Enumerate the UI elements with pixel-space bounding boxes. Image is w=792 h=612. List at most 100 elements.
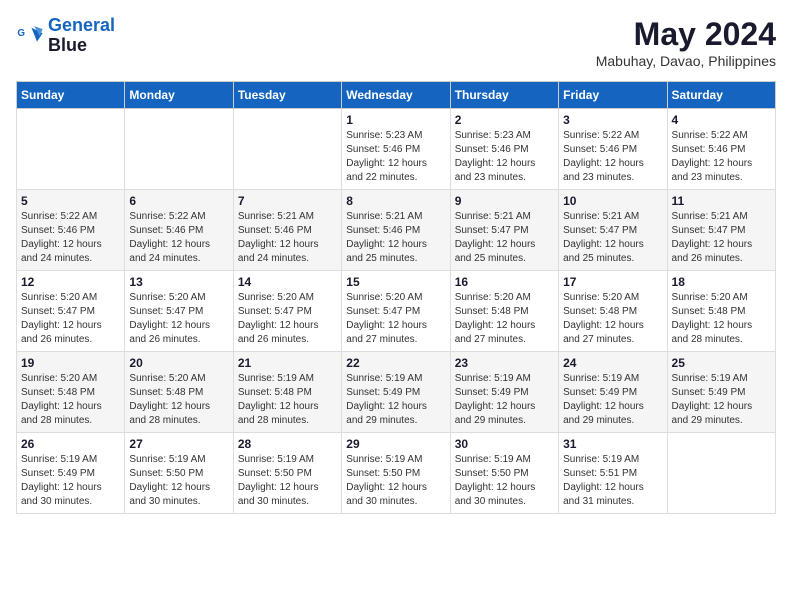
calendar-cell: 31 Sunrise: 5:19 AM Sunset: 5:51 PM Dayli… — [559, 433, 667, 514]
day-number: 21 — [238, 356, 337, 370]
day-number: 2 — [455, 113, 554, 127]
day-info: Sunrise: 5:19 AM Sunset: 5:48 PM Dayligh… — [238, 372, 337, 428]
calendar-cell: 19 Sunrise: 5:20 AM Sunset: 5:48 PM Dayli… — [17, 352, 125, 433]
main-title: May 2024 — [596, 16, 776, 53]
day-number: 10 — [563, 194, 662, 208]
calendar-cell: 27 Sunrise: 5:19 AM Sunset: 5:50 PM Dayli… — [125, 433, 233, 514]
day-info: Sunrise: 5:19 AM Sunset: 5:49 PM Dayligh… — [21, 453, 120, 509]
day-number: 16 — [455, 275, 554, 289]
day-info: Sunrise: 5:19 AM Sunset: 5:50 PM Dayligh… — [129, 453, 228, 509]
logo: G General Blue — [16, 16, 115, 56]
calendar-cell: 11Sunrise: 5:21 AM Sunset: 5:47 PM Dayli… — [667, 190, 775, 271]
calendar-table: SundayMondayTuesdayWednesdayThursdayFrid… — [16, 81, 776, 514]
calendar-cell: 12 Sunrise: 5:20 AM Sunset: 5:47 PM Dayli… — [17, 271, 125, 352]
calendar-cell: 5Sunrise: 5:22 AM Sunset: 5:46 PM Daylig… — [17, 190, 125, 271]
day-number: 11 — [672, 194, 771, 208]
calendar-cell: 13 Sunrise: 5:20 AM Sunset: 5:47 PM Dayli… — [125, 271, 233, 352]
logo-line2: Blue — [48, 36, 115, 56]
day-info: Sunrise: 5:23 AM Sunset: 5:46 PM Dayligh… — [455, 129, 554, 185]
calendar-header-row: SundayMondayTuesdayWednesdayThursdayFrid… — [17, 82, 776, 109]
day-info: Sunrise: 5:21 AM Sunset: 5:47 PM Dayligh… — [563, 210, 662, 266]
day-info: Sunrise: 5:20 AM Sunset: 5:47 PM Dayligh… — [21, 291, 120, 347]
logo-icon: G — [16, 22, 44, 50]
svg-text:G: G — [17, 28, 25, 39]
day-number: 30 — [455, 437, 554, 451]
logo-line1: General — [48, 15, 115, 35]
subtitle: Mabuhay, Davao, Philippines — [596, 53, 776, 69]
day-number: 23 — [455, 356, 554, 370]
calendar-cell: 17 Sunrise: 5:20 AM Sunset: 5:48 PM Dayli… — [559, 271, 667, 352]
day-number: 14 — [238, 275, 337, 289]
day-header-saturday: Saturday — [667, 82, 775, 109]
calendar-cell: 22 Sunrise: 5:19 AM Sunset: 5:49 PM Dayli… — [342, 352, 450, 433]
calendar-cell: 29 Sunrise: 5:19 AM Sunset: 5:50 PM Dayli… — [342, 433, 450, 514]
day-info: Sunrise: 5:20 AM Sunset: 5:48 PM Dayligh… — [455, 291, 554, 347]
day-number: 19 — [21, 356, 120, 370]
page-header: G General Blue May 2024 Mabuhay, Davao, … — [16, 16, 776, 69]
calendar-cell: 23Sunrise: 5:19 AM Sunset: 5:49 PM Dayli… — [450, 352, 558, 433]
day-header-thursday: Thursday — [450, 82, 558, 109]
day-number: 29 — [346, 437, 445, 451]
day-number: 31 — [563, 437, 662, 451]
calendar-cell: 30 Sunrise: 5:19 AM Sunset: 5:50 PM Dayli… — [450, 433, 558, 514]
calendar-cell: 10 Sunrise: 5:21 AM Sunset: 5:47 PM Dayli… — [559, 190, 667, 271]
day-number: 8 — [346, 194, 445, 208]
day-number: 3 — [563, 113, 662, 127]
calendar-cell: 21 Sunrise: 5:19 AM Sunset: 5:48 PM Dayli… — [233, 352, 341, 433]
calendar-cell: 7Sunrise: 5:21 AM Sunset: 5:46 PM Daylig… — [233, 190, 341, 271]
calendar-cell: 3 Sunrise: 5:22 AM Sunset: 5:46 PM Daylig… — [559, 109, 667, 190]
calendar-cell: 20Sunrise: 5:20 AM Sunset: 5:48 PM Dayli… — [125, 352, 233, 433]
calendar-cell — [667, 433, 775, 514]
day-number: 5 — [21, 194, 120, 208]
day-info: Sunrise: 5:19 AM Sunset: 5:49 PM Dayligh… — [672, 372, 771, 428]
day-number: 22 — [346, 356, 445, 370]
calendar-cell — [125, 109, 233, 190]
calendar-cell — [17, 109, 125, 190]
day-info: Sunrise: 5:19 AM Sunset: 5:50 PM Dayligh… — [455, 453, 554, 509]
day-number: 13 — [129, 275, 228, 289]
day-header-tuesday: Tuesday — [233, 82, 341, 109]
day-info: Sunrise: 5:20 AM Sunset: 5:47 PM Dayligh… — [129, 291, 228, 347]
calendar-cell: 1Sunrise: 5:23 AM Sunset: 5:46 PM Daylig… — [342, 109, 450, 190]
calendar-cell — [233, 109, 341, 190]
day-info: Sunrise: 5:21 AM Sunset: 5:47 PM Dayligh… — [455, 210, 554, 266]
calendar-week-3: 19 Sunrise: 5:20 AM Sunset: 5:48 PM Dayli… — [17, 352, 776, 433]
day-info: Sunrise: 5:20 AM Sunset: 5:48 PM Dayligh… — [672, 291, 771, 347]
logo-text: General Blue — [48, 16, 115, 56]
day-info: Sunrise: 5:20 AM Sunset: 5:47 PM Dayligh… — [238, 291, 337, 347]
calendar-cell: 4Sunrise: 5:22 AM Sunset: 5:46 PM Daylig… — [667, 109, 775, 190]
calendar-cell: 8Sunrise: 5:21 AM Sunset: 5:46 PM Daylig… — [342, 190, 450, 271]
calendar-cell: 6Sunrise: 5:22 AM Sunset: 5:46 PM Daylig… — [125, 190, 233, 271]
day-info: Sunrise: 5:20 AM Sunset: 5:48 PM Dayligh… — [21, 372, 120, 428]
calendar-cell: 24Sunrise: 5:19 AM Sunset: 5:49 PM Dayli… — [559, 352, 667, 433]
day-number: 20 — [129, 356, 228, 370]
day-number: 6 — [129, 194, 228, 208]
day-info: Sunrise: 5:19 AM Sunset: 5:51 PM Dayligh… — [563, 453, 662, 509]
day-header-friday: Friday — [559, 82, 667, 109]
day-header-sunday: Sunday — [17, 82, 125, 109]
calendar-week-4: 26Sunrise: 5:19 AM Sunset: 5:49 PM Dayli… — [17, 433, 776, 514]
calendar-cell: 26Sunrise: 5:19 AM Sunset: 5:49 PM Dayli… — [17, 433, 125, 514]
day-info: Sunrise: 5:19 AM Sunset: 5:50 PM Dayligh… — [238, 453, 337, 509]
calendar-week-2: 12 Sunrise: 5:20 AM Sunset: 5:47 PM Dayli… — [17, 271, 776, 352]
day-number: 1 — [346, 113, 445, 127]
calendar-cell: 2 Sunrise: 5:23 AM Sunset: 5:46 PM Daylig… — [450, 109, 558, 190]
day-number: 17 — [563, 275, 662, 289]
calendar-cell: 28Sunrise: 5:19 AM Sunset: 5:50 PM Dayli… — [233, 433, 341, 514]
day-info: Sunrise: 5:22 AM Sunset: 5:46 PM Dayligh… — [563, 129, 662, 185]
calendar-cell: 9 Sunrise: 5:21 AM Sunset: 5:47 PM Daylig… — [450, 190, 558, 271]
day-info: Sunrise: 5:22 AM Sunset: 5:46 PM Dayligh… — [672, 129, 771, 185]
day-info: Sunrise: 5:20 AM Sunset: 5:48 PM Dayligh… — [563, 291, 662, 347]
day-number: 9 — [455, 194, 554, 208]
day-info: Sunrise: 5:19 AM Sunset: 5:49 PM Dayligh… — [346, 372, 445, 428]
title-area: May 2024 Mabuhay, Davao, Philippines — [596, 16, 776, 69]
day-number: 25 — [672, 356, 771, 370]
day-info: Sunrise: 5:19 AM Sunset: 5:50 PM Dayligh… — [346, 453, 445, 509]
calendar-week-1: 5Sunrise: 5:22 AM Sunset: 5:46 PM Daylig… — [17, 190, 776, 271]
day-number: 15 — [346, 275, 445, 289]
day-number: 27 — [129, 437, 228, 451]
day-info: Sunrise: 5:19 AM Sunset: 5:49 PM Dayligh… — [563, 372, 662, 428]
day-header-monday: Monday — [125, 82, 233, 109]
day-header-wednesday: Wednesday — [342, 82, 450, 109]
day-number: 12 — [21, 275, 120, 289]
